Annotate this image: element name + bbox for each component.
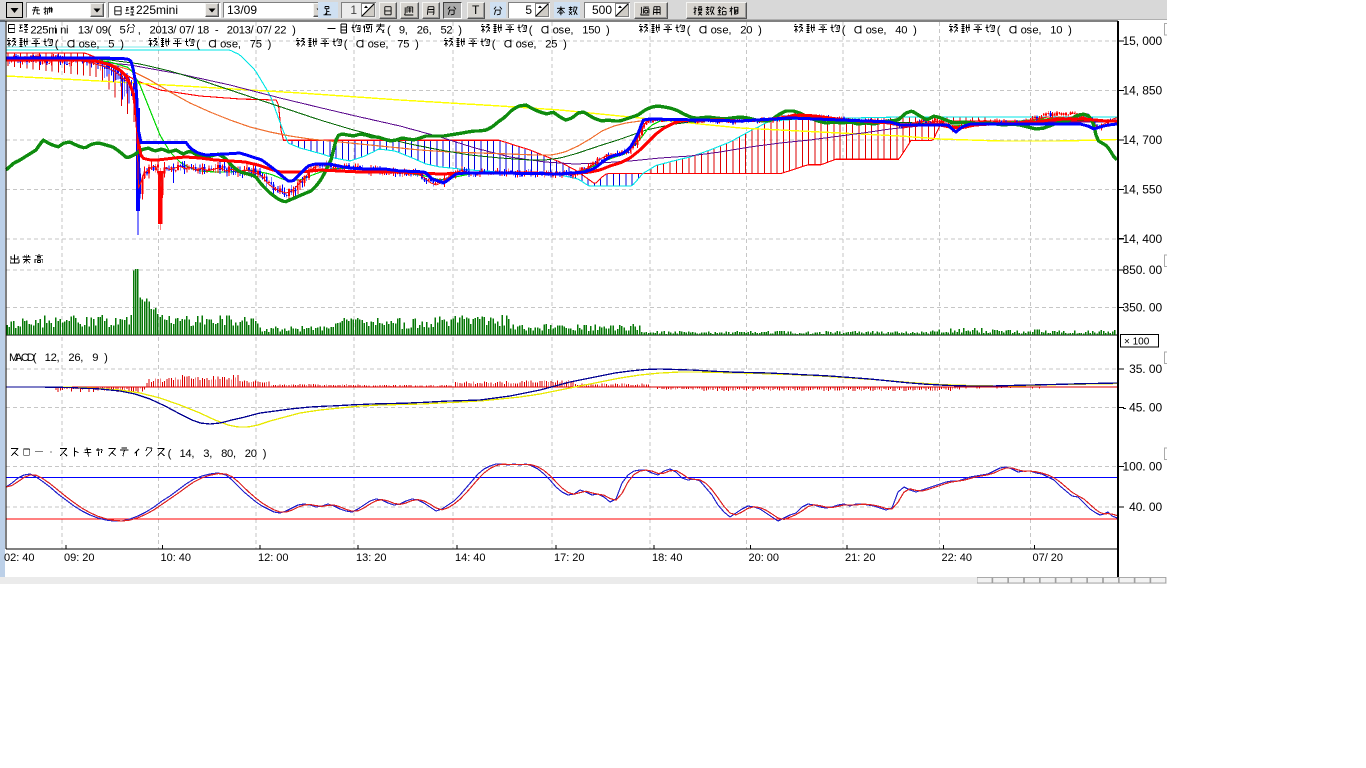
svg-text:14,700: 14,700 xyxy=(1123,133,1163,147)
svg-text:10:40: 10:40 xyxy=(161,552,192,564)
svg-text:22:40: 22:40 xyxy=(942,552,973,564)
svg-text:02:40: 02:40 xyxy=(4,552,35,564)
svg-text:09:20: 09:20 xyxy=(64,552,95,564)
svg-text:( 9, 26, 52 ): ( 9, 26, 52 ) xyxy=(387,25,462,37)
svg-text:17:20: 17:20 xyxy=(554,552,585,564)
svg-text:13:20: 13:20 xyxy=(356,552,387,564)
svg-text:14,850: 14,850 xyxy=(1123,84,1163,98)
svg-text:100.00: 100.00 xyxy=(1123,460,1163,474)
svg-text:14,400: 14,400 xyxy=(1123,232,1163,246)
svg-text:( 14, 3, 80, 20 ): ( 14, 3, 80, 20 ) xyxy=(168,448,267,460)
svg-text:( Close, 20 ): ( Close, 20 ) xyxy=(687,25,762,37)
svg-text:14,550: 14,550 xyxy=(1123,183,1163,197)
svg-text:15,000: 15,000 xyxy=(1123,34,1163,48)
svg-text:( Close, 75 ): ( Close, 75 ) xyxy=(196,39,271,51)
svg-text:20:00: 20:00 xyxy=(749,552,780,564)
svg-text:07/20: 07/20 xyxy=(1033,552,1064,564)
svg-text:( Close, 150 ): ( Close, 150 ) xyxy=(529,25,610,37)
svg-text:21:20: 21:20 xyxy=(845,552,876,564)
svg-text:-45.00: -45.00 xyxy=(1123,401,1163,415)
svg-text:× 100: × 100 xyxy=(1124,337,1150,348)
svg-text:18:40: 18:40 xyxy=(652,552,683,564)
svg-text:( Close, 40 ): ( Close, 40 ) xyxy=(842,25,917,37)
svg-text:( Close, 25 ): ( Close, 25 ) xyxy=(492,39,567,51)
svg-text:350.00: 350.00 xyxy=(1123,301,1163,315)
svg-text:12:00: 12:00 xyxy=(258,552,289,564)
svg-text:14:40: 14:40 xyxy=(455,552,486,564)
svg-text:( Close, 75 ): ( Close, 75 ) xyxy=(344,39,419,51)
svg-text:MACD( 12, 26, 9 ): MACD( 12, 26, 9 ) xyxy=(9,352,108,364)
svg-text:( Close, 10 ): ( Close, 10 ) xyxy=(997,25,1072,37)
svg-text:850.00: 850.00 xyxy=(1123,263,1163,277)
